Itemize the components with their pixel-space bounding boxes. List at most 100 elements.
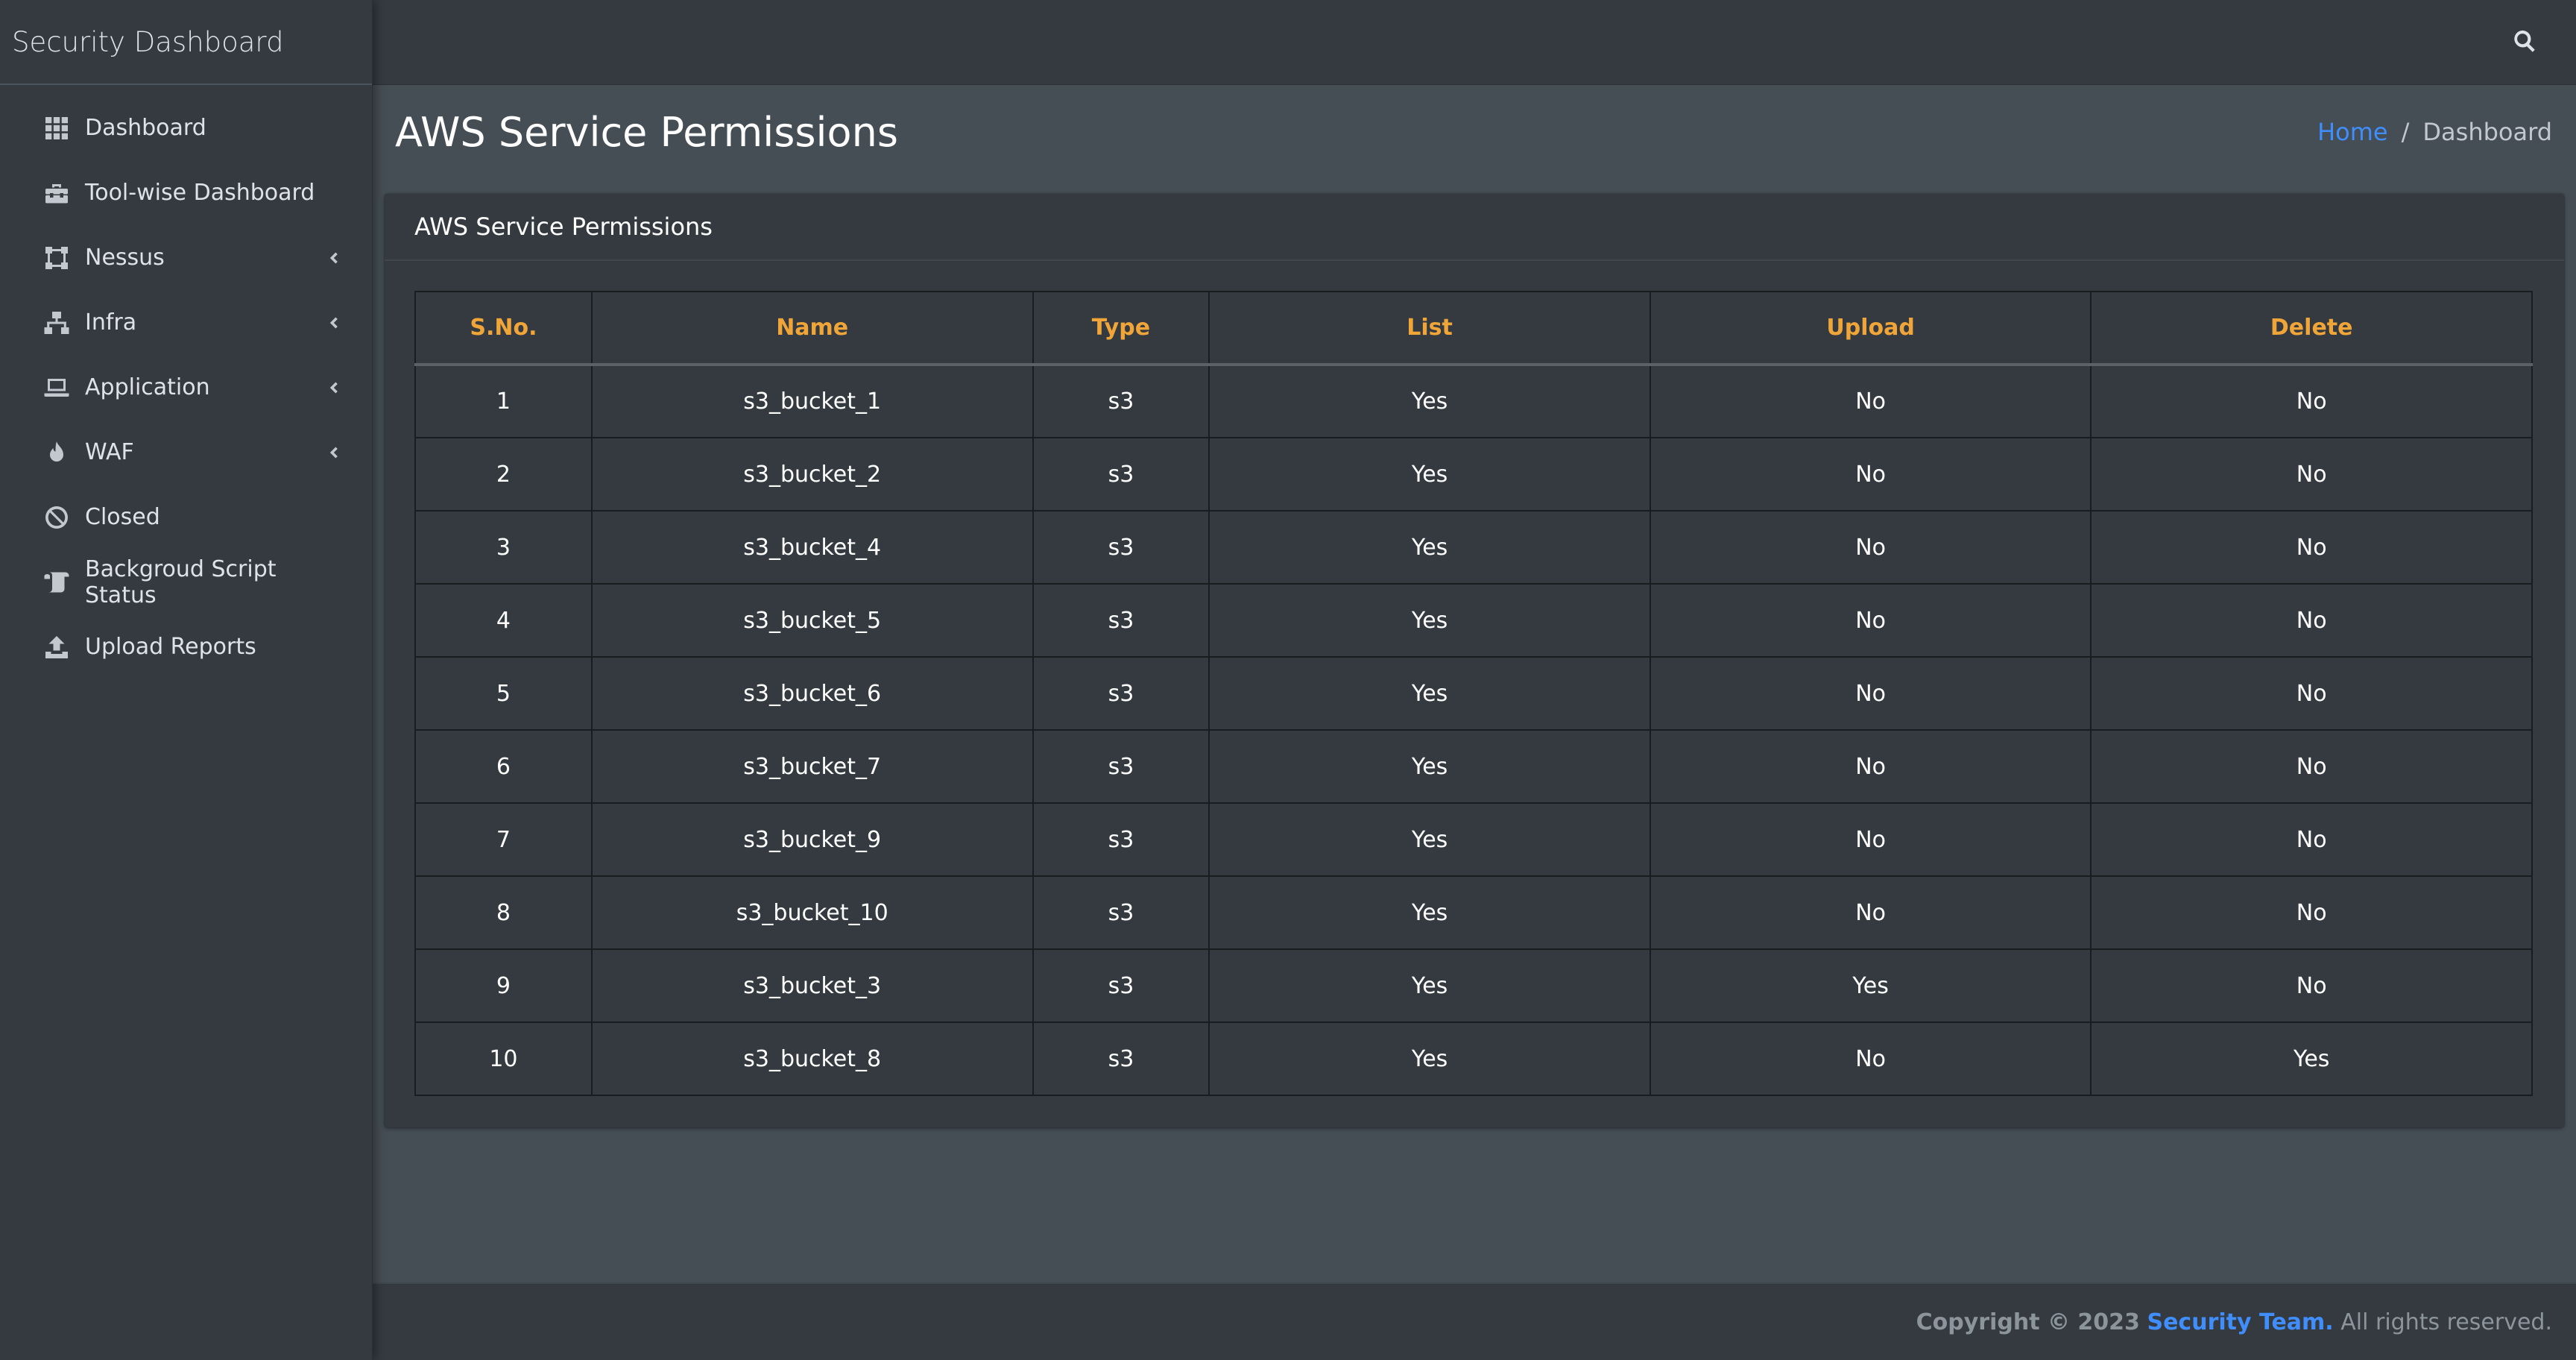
cell-upload: No <box>1649 583 2092 658</box>
brand-link[interactable]: Security Dashboard <box>0 0 372 85</box>
column-header-upload: Upload <box>1649 291 2092 366</box>
cell-delete: No <box>2090 948 2533 1023</box>
cell-name: s3_bucket_3 <box>590 948 1034 1023</box>
vector-square-icon <box>42 243 72 273</box>
cell-type: s3 <box>1032 437 1210 511</box>
fire-icon <box>42 438 72 468</box>
cell-upload: No <box>1649 729 2092 804</box>
cell-type: s3 <box>1032 802 1210 877</box>
upload-icon <box>42 632 72 662</box>
search-icon[interactable] <box>2512 28 2540 57</box>
sidebar: Security Dashboard Dashboard Tool-wise D… <box>0 0 373 1360</box>
cell-list: Yes <box>1208 583 1651 658</box>
top-navbar <box>373 0 2576 85</box>
cell-upload: No <box>1649 510 2092 585</box>
team-link[interactable]: Security Team. <box>2147 1309 2333 1335</box>
cell-list: Yes <box>1208 364 1651 438</box>
chevron-left-icon <box>324 314 342 332</box>
cell-type: s3 <box>1032 1021 1210 1096</box>
cell-name: s3_bucket_7 <box>590 729 1034 804</box>
cell-name: s3_bucket_4 <box>590 510 1034 585</box>
sidebar-item-infra[interactable]: Infra <box>0 290 372 355</box>
cell-sno: 3 <box>414 510 593 585</box>
table-row: 4 s3_bucket_5 s3 Yes No No <box>414 583 2533 658</box>
table-row: 9 s3_bucket_3 s3 Yes Yes No <box>414 948 2533 1023</box>
column-header-list: List <box>1208 291 1651 366</box>
copyright-text: Copyright © 2023 <box>1916 1309 2140 1335</box>
cell-sno: 5 <box>414 656 593 731</box>
table-row: 6 s3_bucket_7 s3 Yes No No <box>414 729 2533 804</box>
sidebar-item-tool-wise-dashboard[interactable]: Tool-wise Dashboard <box>0 160 372 225</box>
column-header-delete: Delete <box>2090 291 2533 366</box>
column-header-sno: S.No. <box>414 291 593 366</box>
cell-upload: No <box>1649 437 2092 511</box>
breadcrumb-home-link[interactable]: Home <box>2317 118 2388 146</box>
cell-type: s3 <box>1032 364 1210 438</box>
cell-type: s3 <box>1032 729 1210 804</box>
table-row: 7 s3_bucket_9 s3 Yes No No <box>414 802 2533 877</box>
sidebar-item-label: Nessus <box>85 245 165 271</box>
cell-delete: No <box>2090 364 2533 438</box>
laptop-icon <box>42 373 72 403</box>
page-title: AWS Service Permissions <box>395 109 898 156</box>
card-title: AWS Service Permissions <box>385 194 2564 261</box>
cell-type: s3 <box>1032 875 1210 950</box>
footer: Copyright © 2023 Security Team. All righ… <box>373 1282 2576 1360</box>
cell-type: s3 <box>1032 948 1210 1023</box>
sidebar-item-label: Closed <box>85 504 160 530</box>
cell-sno: 8 <box>414 875 593 950</box>
cell-list: Yes <box>1208 875 1651 950</box>
cell-sno: 1 <box>414 364 593 438</box>
cell-delete: No <box>2090 729 2533 804</box>
sidebar-nav: Dashboard Tool-wise Dashboard Nessus Inf… <box>0 85 372 679</box>
network-icon <box>42 308 72 338</box>
card-body: S.No. Name Type List Upload Delete 1 s3_b… <box>385 261 2564 1096</box>
cell-list: Yes <box>1208 656 1651 731</box>
sidebar-item-label: Dashboard <box>85 115 206 141</box>
table-row: 1 s3_bucket_1 s3 Yes No No <box>414 364 2533 438</box>
cell-name: s3_bucket_2 <box>590 437 1034 511</box>
cell-list: Yes <box>1208 948 1651 1023</box>
scroll-icon <box>42 567 72 597</box>
cell-delete: No <box>2090 656 2533 731</box>
sidebar-item-nessus[interactable]: Nessus <box>0 225 372 290</box>
sidebar-item-label: Infra <box>85 309 137 336</box>
chevron-left-icon <box>324 444 342 462</box>
table-header-row: S.No. Name Type List Upload Delete <box>414 291 2533 366</box>
sidebar-item-dashboard[interactable]: Dashboard <box>0 95 372 160</box>
cell-type: s3 <box>1032 656 1210 731</box>
sidebar-item-label: Tool-wise Dashboard <box>85 180 315 206</box>
cell-sno: 4 <box>414 583 593 658</box>
table-row: 3 s3_bucket_4 s3 Yes No No <box>414 510 2533 585</box>
table-row: 8 s3_bucket_10 s3 Yes No No <box>414 875 2533 950</box>
table-row: 5 s3_bucket_6 s3 Yes No No <box>414 656 2533 731</box>
sidebar-item-label: Application <box>85 374 210 400</box>
cell-type: s3 <box>1032 510 1210 585</box>
cell-upload: Yes <box>1649 948 2092 1023</box>
cell-delete: No <box>2090 437 2533 511</box>
cell-sno: 6 <box>414 729 593 804</box>
brand-title: Security Dashboard <box>12 25 284 58</box>
table-body: 1 s3_bucket_1 s3 Yes No No 2 s3_bucket_2 s3 Yes No… <box>414 364 2533 1096</box>
sidebar-item-application[interactable]: Application <box>0 355 372 420</box>
cell-upload: No <box>1649 656 2092 731</box>
cell-list: Yes <box>1208 802 1651 877</box>
breadcrumb-current: Dashboard <box>2422 118 2552 146</box>
cell-name: s3_bucket_8 <box>590 1021 1034 1096</box>
cell-list: Yes <box>1208 510 1651 585</box>
sidebar-item-upload-reports[interactable]: Upload Reports <box>0 614 372 679</box>
cell-sno: 2 <box>414 437 593 511</box>
cell-delete: No <box>2090 875 2533 950</box>
sidebar-item-closed[interactable]: Closed <box>0 485 372 550</box>
cell-sno: 9 <box>414 948 593 1023</box>
main-content: AWS Service Permissions Home / Dashboard… <box>373 85 2576 1282</box>
cell-list: Yes <box>1208 437 1651 511</box>
footer-text: Copyright © 2023 Security Team. All righ… <box>1916 1309 2552 1335</box>
chevron-left-icon <box>324 379 342 397</box>
cell-sno: 10 <box>414 1021 593 1096</box>
sidebar-item-background-script-status[interactable]: Backgroud Script Status <box>0 550 372 614</box>
cell-type: s3 <box>1032 583 1210 658</box>
cell-name: s3_bucket_10 <box>590 875 1034 950</box>
sidebar-item-waf[interactable]: WAF <box>0 420 372 485</box>
cell-name: s3_bucket_9 <box>590 802 1034 877</box>
